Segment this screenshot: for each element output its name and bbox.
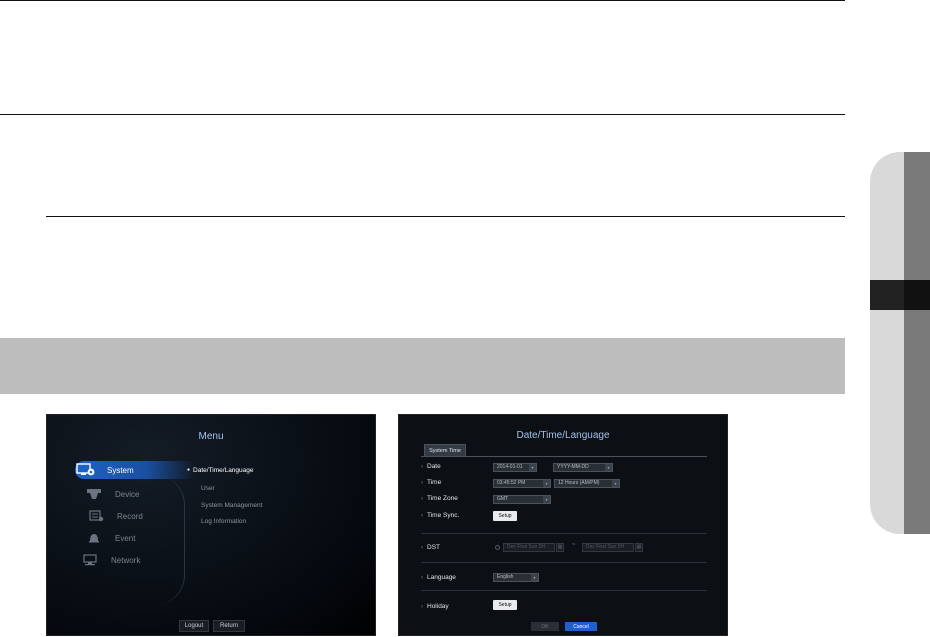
date-value: 2014-01-01 <box>497 464 523 470</box>
submenu-system-management[interactable]: System Management <box>201 502 262 509</box>
menu-item-device[interactable]: Device <box>83 485 203 503</box>
spinner-icon[interactable]: ▾ <box>543 480 550 487</box>
bell-icon <box>83 531 105 545</box>
submenu-user[interactable]: User <box>201 485 215 492</box>
dst-separator: ~ <box>572 542 576 548</box>
menu-item-system[interactable]: System <box>75 461 195 479</box>
camera-icon <box>83 487 105 501</box>
note-bar <box>0 338 845 394</box>
chevron-down-icon: ▾ <box>543 496 550 503</box>
chapter-tab <box>870 152 930 534</box>
dtl-title: Date/Time/Language <box>516 430 610 441</box>
ok-button[interactable]: OK <box>531 622 559 631</box>
calendar-icon[interactable]: ▦ <box>556 543 564 552</box>
dst-start-value: Dec First Sun 0H <box>507 544 546 550</box>
menu-item-event[interactable]: Event <box>83 529 203 547</box>
language-select[interactable]: English ▾ <box>493 573 539 582</box>
dst-label: DST <box>421 544 440 551</box>
timesync-label: Time Sync. <box>421 512 459 519</box>
divider <box>421 590 707 591</box>
timesync-setup-button[interactable]: Setup <box>493 511 517 521</box>
spinner-icon[interactable]: ▾ <box>529 464 536 471</box>
return-button[interactable]: Return <box>213 620 245 632</box>
dst-toggle[interactable] <box>495 545 500 550</box>
chapter-tab-marker <box>870 280 904 310</box>
network-icon <box>79 553 101 567</box>
chevron-down-icon: ▾ <box>605 464 612 471</box>
time-format-select[interactable]: 12 Hours (AM/PM) ▾ <box>554 479 620 488</box>
record-icon <box>85 509 107 523</box>
holiday-setup-button[interactable]: Setup <box>493 600 517 610</box>
divider <box>421 562 707 563</box>
dst-end-value: Dec First Sun 0H <box>586 544 625 550</box>
monitor-gear-icon <box>75 463 97 477</box>
top-rule <box>0 0 845 1</box>
time-label: Time <box>421 479 441 486</box>
subsection-rule <box>46 216 845 217</box>
menu-item-label: Device <box>115 489 140 499</box>
chevron-down-icon: ▾ <box>612 480 619 487</box>
menu-title: Menu <box>198 431 224 442</box>
time-format-value: 12 Hours (AM/PM) <box>558 480 600 486</box>
dst-end-field[interactable]: Dec First Sun 0H <box>582 543 634 552</box>
tab-system-time[interactable]: System Time <box>424 444 466 456</box>
timezone-value: GMT <box>497 496 509 502</box>
language-value: English <box>497 574 514 580</box>
menu-item-label: Event <box>115 533 136 543</box>
menu-item-record[interactable]: Record <box>85 507 205 525</box>
section-rule <box>0 114 845 115</box>
date-field[interactable]: 2014-01-01 ▾ <box>493 463 537 472</box>
date-time-language-screenshot: Date/Time/Language System Time Date 2014… <box>398 414 728 636</box>
timezone-label: Time Zone <box>421 495 458 502</box>
date-label: Date <box>421 463 441 470</box>
menu-item-label: Record <box>117 511 143 521</box>
tab-underline <box>421 456 707 457</box>
timezone-select[interactable]: GMT ▾ <box>493 495 551 504</box>
divider <box>421 533 707 534</box>
chapter-tab-strip <box>904 152 930 534</box>
submenu-date-time-language[interactable]: Date/Time/Language <box>187 467 253 474</box>
menu-divider-arc <box>155 475 185 605</box>
menu-item-label: System <box>107 465 134 475</box>
date-format-value: YYYY-MM-DD <box>557 464 589 470</box>
menu-screenshot: Menu System Device Record Event Network … <box>46 414 376 636</box>
time-value: 03:45:52 PM <box>497 480 526 486</box>
chevron-down-icon: ▾ <box>531 574 538 581</box>
holiday-label: Holiday <box>421 603 449 610</box>
calendar-icon[interactable]: ▦ <box>635 543 643 552</box>
menu-item-label: Network <box>111 555 141 565</box>
dst-start-field[interactable]: Dec First Sun 0H <box>503 543 555 552</box>
date-format-select[interactable]: YYYY-MM-DD ▾ <box>553 463 613 472</box>
submenu-log-information[interactable]: Log Information <box>201 518 246 525</box>
cancel-button[interactable]: Cancel <box>565 622 597 631</box>
logout-button[interactable]: Logout <box>179 620 209 632</box>
time-field[interactable]: 03:45:52 PM ▾ <box>493 479 551 488</box>
language-label: Language <box>421 574 456 581</box>
chapter-tab-marker-dark <box>904 280 930 310</box>
